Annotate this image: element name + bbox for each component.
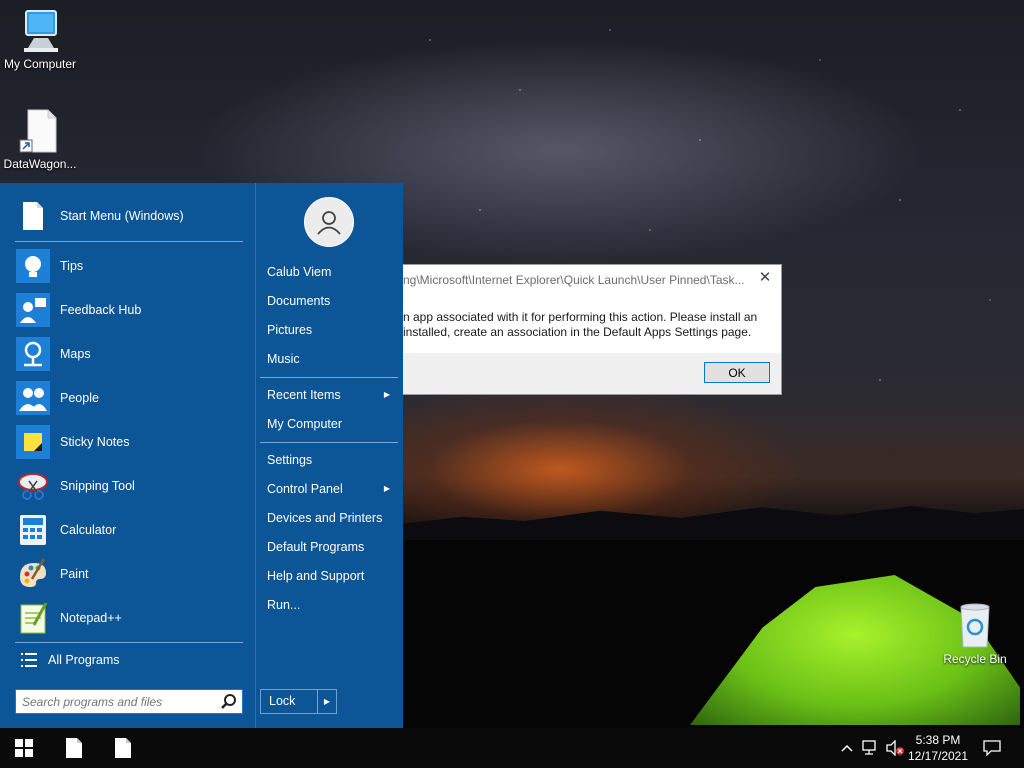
lightbulb-icon xyxy=(16,249,50,283)
start-menu-item-start-menu-windows[interactable]: Start Menu (Windows) xyxy=(15,196,243,236)
user-icon xyxy=(317,211,341,235)
list-icon xyxy=(21,653,37,667)
search-input[interactable] xyxy=(16,690,216,713)
program-sticky-notes[interactable]: Sticky Notes xyxy=(15,422,243,462)
chevron-right-icon: ▶ xyxy=(383,484,390,493)
document-icon xyxy=(115,738,131,758)
start-menu-control-panel[interactable]: Control Panel ▶ xyxy=(260,475,398,503)
program-label: Snipping Tool xyxy=(60,479,135,493)
program-label: Start Menu (Windows) xyxy=(60,209,184,223)
palette-icon xyxy=(16,557,50,591)
program-tips[interactable]: Tips xyxy=(15,246,243,286)
document-icon xyxy=(16,199,50,233)
all-programs-button[interactable]: All Programs xyxy=(15,647,243,673)
start-menu-user-name[interactable]: Calub Viem xyxy=(260,258,398,286)
separator xyxy=(15,642,243,643)
file-shortcut-icon xyxy=(19,109,57,153)
program-label: Sticky Notes xyxy=(60,435,130,449)
program-snipping-tool[interactable]: Snipping Tool xyxy=(15,466,243,506)
feedback-hub-icon xyxy=(16,293,50,327)
start-menu-help-support[interactable]: Help and Support xyxy=(260,562,398,590)
dialog-message: n app associated with it for performing … xyxy=(403,295,781,355)
separator xyxy=(260,377,398,378)
program-feedback-hub[interactable]: Feedback Hub xyxy=(15,290,243,330)
separator xyxy=(260,442,398,443)
recycle-bin-icon xyxy=(960,603,990,648)
desktop-icon-datawagon[interactable]: DataWagon... xyxy=(0,108,80,171)
start-menu-recent-items[interactable]: Recent Items ▶ xyxy=(260,381,398,409)
volume-muted-icon[interactable] xyxy=(884,738,906,758)
start-menu-programs-pane: Start Menu (Windows) Tips Feedback Hub M… xyxy=(0,183,255,728)
computer-icon xyxy=(24,10,58,52)
ok-button[interactable]: OK xyxy=(704,362,770,383)
start-menu-music[interactable]: Music xyxy=(260,345,398,373)
start-menu-run[interactable]: Run... xyxy=(260,591,398,619)
windows-logo-icon xyxy=(15,739,33,757)
program-label: Maps xyxy=(60,347,91,361)
search-box xyxy=(15,689,243,714)
network-icon[interactable] xyxy=(860,738,882,758)
maps-icon xyxy=(16,337,50,371)
all-programs-label: All Programs xyxy=(48,653,120,667)
close-icon[interactable]: ✕ xyxy=(757,270,773,286)
start-menu-settings[interactable]: Settings xyxy=(260,446,398,474)
error-dialog: ng\Microsoft\Internet Explorer\Quick Lau… xyxy=(402,264,782,395)
taskbar-pinned-file-2[interactable] xyxy=(99,728,147,768)
start-menu-devices-printers[interactable]: Devices and Printers xyxy=(260,504,398,532)
lock-button[interactable]: Lock xyxy=(260,689,318,714)
dialog-message-line2: installed, create an association in the … xyxy=(403,325,752,339)
start-menu-documents[interactable]: Documents xyxy=(260,287,398,315)
program-paint[interactable]: Paint xyxy=(15,554,243,594)
program-notepad-plus-plus[interactable]: Notepad++ xyxy=(15,598,243,638)
desktop-icon-label: DataWagon... xyxy=(3,157,77,171)
chevron-up-icon[interactable] xyxy=(838,738,856,758)
program-label: Calculator xyxy=(60,523,117,537)
notepad-plus-plus-icon xyxy=(16,601,50,635)
taskbar-pinned-file-1[interactable] xyxy=(50,728,98,768)
document-icon xyxy=(66,738,82,758)
start-menu-pictures[interactable]: Pictures xyxy=(260,316,398,344)
people-icon xyxy=(16,381,50,415)
start-menu: Start Menu (Windows) Tips Feedback Hub M… xyxy=(0,183,403,728)
dialog-title: ng\Microsoft\Internet Explorer\Quick Lau… xyxy=(403,273,745,287)
control-panel-label: Control Panel xyxy=(267,482,343,496)
recent-items-label: Recent Items xyxy=(267,388,341,402)
desktop-icon-label: My Computer xyxy=(3,57,77,71)
calculator-icon xyxy=(16,513,50,547)
start-button[interactable] xyxy=(0,728,48,768)
sticky-notes-icon xyxy=(16,425,50,459)
program-label: Feedback Hub xyxy=(60,303,142,317)
start-menu-places-pane: Calub Viem Documents Pictures Music Rece… xyxy=(255,183,403,728)
chevron-right-icon: ▶ xyxy=(383,390,390,399)
taskbar: 5:38 PM 12/17/2021 xyxy=(0,728,1024,768)
desktop-icon-recycle-bin[interactable]: Recycle Bin xyxy=(935,603,1015,666)
start-menu-default-programs[interactable]: Default Programs xyxy=(260,533,398,561)
desktop-icon-label: Recycle Bin xyxy=(943,652,1007,666)
dialog-message-line1: n app associated with it for performing … xyxy=(403,310,758,324)
program-people[interactable]: People xyxy=(15,378,243,418)
clock-time: 5:38 PM xyxy=(915,733,961,747)
separator xyxy=(15,241,243,242)
clock-date: 12/17/2021 xyxy=(907,749,969,763)
desktop-icon-my-computer[interactable]: My Computer xyxy=(0,8,80,71)
program-maps[interactable]: Maps xyxy=(15,334,243,374)
chevron-right-icon[interactable]: ▶ xyxy=(318,689,337,714)
taskbar-clock[interactable]: 5:38 PM 12/17/2021 xyxy=(905,732,971,764)
program-label: Paint xyxy=(60,567,89,581)
program-label: People xyxy=(60,391,99,405)
search-icon[interactable] xyxy=(220,693,238,711)
user-avatar[interactable] xyxy=(304,197,354,247)
notification-center-icon[interactable] xyxy=(980,738,1004,758)
start-menu-my-computer[interactable]: My Computer xyxy=(260,410,398,438)
program-calculator[interactable]: Calculator xyxy=(15,510,243,550)
program-label: Tips xyxy=(60,259,84,273)
dialog-footer: OK xyxy=(403,353,781,394)
scissors-icon xyxy=(16,469,50,503)
program-label: Notepad++ xyxy=(60,611,122,625)
